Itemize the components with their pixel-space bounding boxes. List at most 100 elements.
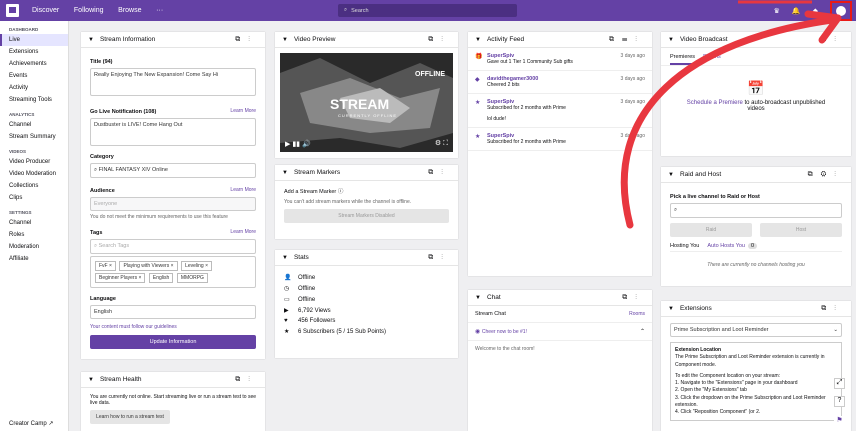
sidebar-item-affiliate[interactable]: Affiliate: [0, 253, 68, 265]
player-settings-icon[interactable]: ⚙ ⛶: [435, 139, 448, 148]
sidebar-item-events[interactable]: Events: [0, 70, 68, 82]
chevron-up-icon[interactable]: ⌃: [640, 328, 645, 335]
tags-search-input[interactable]: ⌕ Search Tags: [90, 239, 256, 254]
sidebar-item-moderation[interactable]: Moderation: [0, 241, 68, 253]
panel-tools[interactable]: ⧉⚙⋮: [808, 171, 844, 179]
sidebar-item-streaming-tools[interactable]: Streaming Tools: [0, 94, 68, 106]
info-icon[interactable]: ⓘ: [338, 189, 344, 195]
collapse-icon[interactable]: ▼: [282, 255, 288, 261]
sidebar-item-video-moderation[interactable]: Video Moderation: [0, 168, 68, 180]
avatar: [836, 5, 846, 16]
panel-tools[interactable]: ⧉⋮: [428, 36, 451, 44]
collapse-icon[interactable]: ▼: [668, 306, 674, 312]
panel-tools[interactable]: ⧉⋮: [235, 376, 258, 384]
host-button[interactable]: Host: [760, 223, 842, 237]
go-live-notification-input[interactable]: Dustbuster is LIVE! Come Hang Out: [90, 118, 256, 146]
activity-item[interactable]: ◆ davidthegamer3000 3 days ago Cheered 2 b…: [468, 71, 652, 94]
audience-learn-more-link[interactable]: Learn More: [230, 187, 256, 193]
cheer-banner[interactable]: ◉ Cheer now to be #1!: [475, 328, 527, 335]
update-information-button[interactable]: Update Information: [90, 335, 256, 349]
nav-following[interactable]: Following: [74, 7, 104, 14]
schedule-premiere-link[interactable]: Schedule a Premiere: [687, 100, 743, 106]
tags-label: Tags: [90, 230, 103, 236]
panel-tools[interactable]: ⧉⋮: [622, 294, 645, 302]
sidebar-item-stream-summary[interactable]: Stream Summary: [0, 131, 68, 143]
sidebar-item-clips[interactable]: Clips: [0, 192, 68, 204]
panel-tools[interactable]: ⧉⋮: [428, 169, 451, 177]
sidebar-item-extensions[interactable]: Extensions: [0, 46, 68, 58]
nav-more[interactable]: ···: [156, 7, 163, 14]
stat-value: Offline: [298, 274, 316, 281]
guidelines-note[interactable]: Your content must follow our guidelines: [90, 324, 256, 330]
tags-learn-more-link[interactable]: Learn More: [230, 229, 256, 235]
activity-item[interactable]: ★ SuperSpiv 3 days ago Subscribed for 2 mo…: [468, 128, 652, 151]
tag-chip[interactable]: Playing with Viewers ×: [119, 261, 178, 271]
panel-tools[interactable]: ⧉⋮: [235, 36, 258, 44]
panel-tools[interactable]: ⧉⋮: [821, 36, 844, 44]
stream-test-button[interactable]: Learn how to run a stream test: [90, 410, 170, 424]
twitch-logo-icon[interactable]: [6, 4, 19, 17]
tag-chip[interactable]: Beginner Players ×: [95, 273, 146, 283]
tab-auto-hosts-you[interactable]: Auto Hosts You: [707, 243, 745, 249]
sidebar-item-channel-settings[interactable]: Channel: [0, 217, 68, 229]
sidebar-item-video-producer[interactable]: Video Producer: [0, 156, 68, 168]
collapse-icon[interactable]: ▼: [282, 170, 288, 176]
tab-premieres[interactable]: Premieres: [670, 54, 696, 65]
panel-tools[interactable]: ⧉☰⋮: [609, 36, 645, 44]
nav-browse[interactable]: Browse: [118, 7, 141, 14]
collapse-icon[interactable]: ▼: [668, 172, 674, 178]
notifications-icon[interactable]: 🔔: [792, 7, 801, 15]
sidebar-item-collections[interactable]: Collections: [0, 180, 68, 192]
expand-icon[interactable]: ⤢: [834, 378, 845, 389]
panel-header: ▼ Stream Health ⧉⋮: [81, 372, 265, 388]
sidebar-footer-creator-camp[interactable]: Creator Camp ↗: [9, 420, 53, 427]
sidebar-item-roles[interactable]: Roles: [0, 229, 68, 241]
stat-value: Offline: [298, 296, 316, 303]
nav-discover[interactable]: Discover: [32, 7, 59, 14]
channel-search-input[interactable]: ⌕: [670, 203, 842, 218]
help-icon[interactable]: ?: [834, 396, 845, 407]
tag-chip: MMORPG: [176, 273, 208, 283]
feedback-icon[interactable]: ⚑: [834, 416, 845, 427]
audience-select[interactable]: Everyone: [90, 197, 256, 211]
user-avatar-button[interactable]: [830, 0, 852, 21]
tab-reruns[interactable]: Reruns: [703, 54, 721, 65]
raid-button[interactable]: Raid: [670, 223, 752, 237]
crown-icon[interactable]: ♛: [774, 7, 780, 15]
collapse-icon[interactable]: ▼: [88, 37, 94, 43]
sidebar-item-activity[interactable]: Activity: [0, 82, 68, 94]
language-select[interactable]: English: [90, 305, 256, 319]
panel-title: Stream Information: [99, 36, 156, 43]
sidebar-item-live[interactable]: Live: [0, 34, 68, 46]
panel-tools[interactable]: ⧉⋮: [821, 305, 844, 313]
collapse-icon[interactable]: ▼: [475, 295, 481, 301]
collapse-icon[interactable]: ▼: [88, 377, 94, 383]
bits-icon[interactable]: ◆: [813, 7, 818, 15]
activity-desc: Gave out 1 Tier 1 Community Sub gifts: [487, 59, 573, 65]
tab-hosting-you[interactable]: Hosting You: [670, 243, 699, 249]
panel-tools[interactable]: ⧉⋮: [428, 254, 451, 262]
chat-panel: ▼ Chat ⧉⋮ Stream Chat Rooms ◉ Cheer now …: [468, 290, 652, 431]
tag-label: Leveling: [185, 263, 204, 269]
rooms-button[interactable]: Rooms: [629, 311, 645, 317]
panel-title: Stream Markers: [293, 169, 341, 176]
collapse-icon[interactable]: ▼: [475, 37, 481, 43]
collapse-icon[interactable]: ▼: [668, 37, 674, 43]
stream-title-input[interactable]: Really Enjoying The New Expansion! Come …: [90, 68, 256, 96]
activity-item[interactable]: ★ SuperSpiv 3 days ago Subscribed for 2 mo…: [468, 94, 652, 128]
sidebar-item-channel-analytics[interactable]: Channel: [0, 119, 68, 131]
stats-panel: ▼ Stats ⧉⋮ 👤 Offline ◷ Offline ▭ Offline ▶ 6…: [275, 250, 458, 358]
notification-learn-more-link[interactable]: Learn More: [230, 108, 256, 114]
search-input[interactable]: ⌕ Search: [338, 4, 517, 17]
tag-chip[interactable]: Leveling ×: [181, 261, 213, 271]
activity-item[interactable]: 🎁 SuperSpiv 3 days ago Gave out 1 Tier 1 C…: [468, 48, 652, 71]
play-icon[interactable]: ▶ ▮▮ 🔊: [285, 140, 311, 148]
extension-select[interactable]: Prime Subscription and Loot Reminder ⌄: [670, 323, 842, 337]
tag-chip[interactable]: FvF ×: [95, 261, 116, 271]
sidebar-item-achievements[interactable]: Achievements: [0, 58, 68, 70]
auto-hosts-count-badge: 0: [747, 243, 758, 249]
video-player[interactable]: OFFLINE STREAM CURRENTLY OFFLINE ▶ ▮▮ 🔊 …: [280, 53, 453, 152]
category-input[interactable]: ⌕ FINAL FANTASY XIV Online: [90, 163, 256, 178]
video-preview-panel: ▼ Video Preview ⧉⋮ OFFLINE STREAM CURREN…: [275, 32, 458, 158]
collapse-icon[interactable]: ▼: [282, 37, 288, 43]
